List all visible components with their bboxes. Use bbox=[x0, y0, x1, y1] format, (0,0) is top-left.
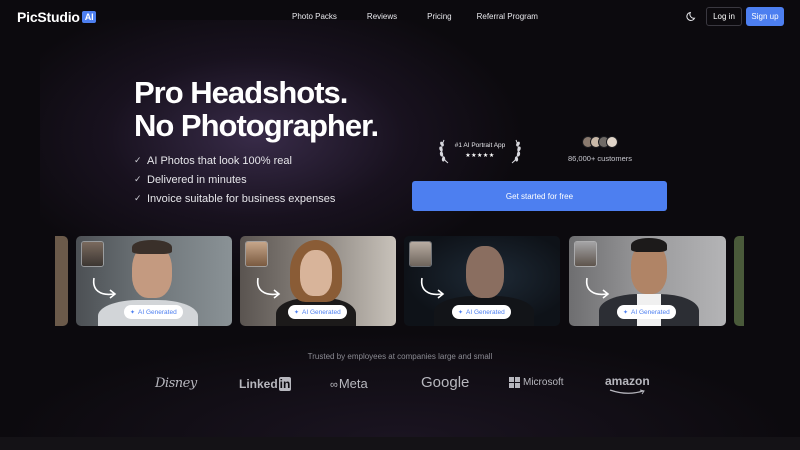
linkedin-logo: Linked in bbox=[239, 377, 292, 391]
original-photo-thumbnail bbox=[81, 241, 104, 267]
company-logos: Disney Linked in ∞Meta Google Microsoft a… bbox=[0, 374, 800, 396]
check-icon: ✓ bbox=[134, 174, 142, 184]
customers-badge: 86,000+ customers bbox=[560, 136, 640, 163]
feature-item: ✓ AI Photos that look 100% real bbox=[134, 151, 335, 170]
sparkle-icon: ✦ bbox=[130, 309, 136, 316]
ai-generated-label: AI Generated bbox=[631, 308, 670, 316]
google-logo: Google bbox=[421, 374, 470, 391]
logo[interactable]: PicStudio AI bbox=[17, 9, 97, 25]
person-face bbox=[300, 250, 332, 296]
meta-logo: ∞Meta bbox=[330, 376, 368, 391]
sparkle-icon: ✦ bbox=[294, 309, 300, 316]
check-icon: ✓ bbox=[134, 155, 142, 165]
amazon-smile-icon bbox=[609, 389, 645, 395]
hero-title-line2: No Photographer. bbox=[134, 108, 379, 143]
get-started-button[interactable]: Get started for free bbox=[412, 181, 667, 211]
linkedin-logo-text: Linked bbox=[239, 377, 278, 391]
hero-title: Pro Headshots. No Photographer. bbox=[134, 75, 379, 143]
feature-text: AI Photos that look 100% real bbox=[147, 154, 292, 167]
ai-generated-badge: ✦ AI Generated bbox=[452, 305, 511, 319]
gallery-card: ✦ AI Generated bbox=[404, 236, 560, 326]
ai-generated-badge: ✦ AI Generated bbox=[124, 305, 183, 319]
gallery-card: ✦ AI Generated bbox=[76, 236, 232, 326]
sparkle-icon: ✦ bbox=[623, 309, 629, 316]
disney-logo: Disney bbox=[155, 376, 197, 391]
gallery-card: ✦ AI Generated bbox=[569, 236, 726, 326]
curved-arrow-icon bbox=[585, 277, 610, 299]
ai-generated-badge: ✦ AI Generated bbox=[288, 305, 347, 319]
ai-generated-label: AI Generated bbox=[138, 308, 177, 316]
top-nav: PicStudio AI Photo Packs Reviews Pricing… bbox=[0, 0, 800, 34]
ai-generated-label: AI Generated bbox=[466, 308, 505, 316]
nav-links: Photo Packs Reviews Pricing Referral Pro… bbox=[292, 12, 538, 21]
logo-text: PicStudio bbox=[17, 9, 80, 25]
meta-logo-text: Meta bbox=[338, 376, 368, 391]
nav-link-photo-packs[interactable]: Photo Packs bbox=[292, 12, 337, 21]
gallery-card: ✦ AI Generated bbox=[240, 236, 396, 326]
person-hair bbox=[132, 240, 172, 254]
signup-button[interactable]: Sign up bbox=[746, 7, 784, 26]
feature-text: Delivered in minutes bbox=[147, 173, 247, 186]
ai-generated-badge: ✦ AI Generated bbox=[617, 305, 676, 319]
microsoft-windows-icon bbox=[509, 377, 520, 388]
curved-arrow-icon bbox=[256, 277, 281, 299]
curved-arrow-icon bbox=[420, 277, 445, 299]
footer-strip bbox=[0, 437, 800, 450]
customer-avatars bbox=[560, 136, 640, 148]
ai-generated-label: AI Generated bbox=[302, 308, 341, 316]
original-photo-thumbnail bbox=[245, 241, 268, 267]
moon-icon[interactable] bbox=[686, 10, 698, 22]
nav-link-reviews[interactable]: Reviews bbox=[367, 12, 397, 21]
feature-text: Invoice suitable for business expenses bbox=[147, 192, 336, 205]
feature-item: ✓ Invoice suitable for business expenses bbox=[134, 189, 335, 208]
feature-item: ✓ Delivered in minutes bbox=[134, 170, 335, 189]
amazon-logo: amazon bbox=[605, 374, 650, 388]
original-photo-thumbnail bbox=[574, 241, 597, 267]
microsoft-logo: Microsoft bbox=[509, 377, 564, 388]
customers-count: 86,000+ customers bbox=[568, 154, 632, 163]
feature-list: ✓ AI Photos that look 100% real ✓ Delivere… bbox=[134, 151, 335, 208]
avatar bbox=[606, 136, 618, 148]
gallery-card-partial-left bbox=[55, 236, 68, 326]
person-hair bbox=[631, 238, 667, 252]
award-badge: #1 AI Portrait App ★★★★★ bbox=[438, 138, 522, 168]
logo-badge: AI bbox=[81, 11, 97, 23]
curved-arrow-icon bbox=[92, 277, 117, 299]
nav-link-pricing[interactable]: Pricing bbox=[427, 12, 451, 21]
microsoft-logo-text: Microsoft bbox=[523, 377, 564, 388]
hero-title-line1: Pro Headshots. bbox=[134, 75, 348, 110]
laurel-right-icon bbox=[511, 139, 521, 164]
check-icon: ✓ bbox=[134, 193, 142, 203]
sparkle-icon: ✦ bbox=[458, 309, 464, 316]
original-photo-thumbnail bbox=[409, 241, 432, 267]
person-head bbox=[466, 246, 504, 298]
linkedin-logo-mark: in bbox=[278, 377, 292, 391]
trusted-by-text: Trusted by employees at companies large … bbox=[307, 352, 493, 361]
nav-link-referral-program[interactable]: Referral Program bbox=[477, 12, 538, 21]
meta-infinity-icon: ∞ bbox=[330, 379, 338, 391]
login-button[interactable]: Log in bbox=[706, 7, 742, 26]
gallery-card-partial-right bbox=[734, 236, 744, 326]
